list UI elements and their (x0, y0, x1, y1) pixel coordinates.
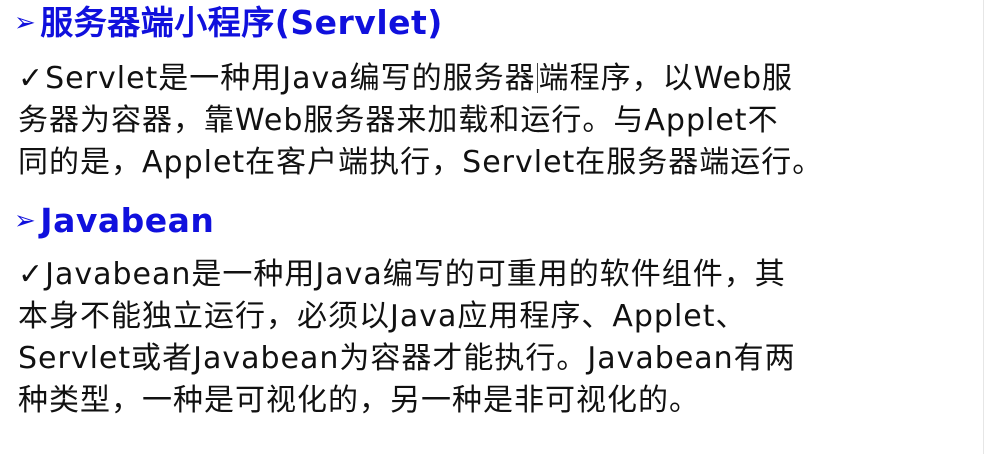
text-cursor (536, 63, 538, 93)
javabean-paragraph: ✓Javabean是一种用Java编写的可重用的软件组件，其 本身不能独立运行，… (18, 254, 968, 422)
section-heading-servlet: ➢ 服务器端小程序(Servlet) (14, 3, 443, 43)
paragraph-line: 本身不能独立运行，必须以Java应用程序、Applet、 (18, 299, 747, 334)
paragraph-line: 种类型，一种是可视化的，另一种是非可视化的。 (18, 383, 700, 418)
paragraph-line: 务器为容器，靠Web服务器来加载和运行。与Applet不 (18, 103, 779, 138)
check-bullet-icon: ✓ (18, 61, 45, 96)
arrow-bullet-icon: ➢ (14, 206, 37, 236)
paragraph-line: Servlet或者Javabean为容器才能执行。Javabean有两 (18, 341, 796, 376)
arrow-bullet-icon: ➢ (14, 8, 37, 38)
section-heading-javabean: ➢ Javabean (14, 201, 214, 241)
paragraph-line: 同的是，Applet在客户端执行，Servlet在服务器端运行。 (18, 145, 824, 180)
paragraph-line: ✓Javabean是一种用Java编写的可重用的软件组件，其 (18, 254, 968, 296)
paragraph-line: ✓Servlet是一种用Java编写的服务器 端程序，以Web服 (18, 58, 968, 100)
slide: ➢ 服务器端小程序(Servlet) ✓Servlet是一种用Java编写的服务器… (0, 0, 984, 454)
section-title: 服务器端小程序(Servlet) (40, 3, 443, 42)
line-text: 端程序，以Web服 (538, 61, 794, 96)
check-bullet-icon: ✓ (18, 257, 45, 292)
line-text: Servlet是一种用Java编写的服务器 (45, 61, 536, 96)
section-title: Javabean (40, 201, 215, 240)
line-text: Javabean是一种用Java编写的可重用的软件组件，其 (45, 257, 786, 292)
servlet-paragraph: ✓Servlet是一种用Java编写的服务器 端程序，以Web服 务器为容器，靠W… (18, 58, 968, 184)
